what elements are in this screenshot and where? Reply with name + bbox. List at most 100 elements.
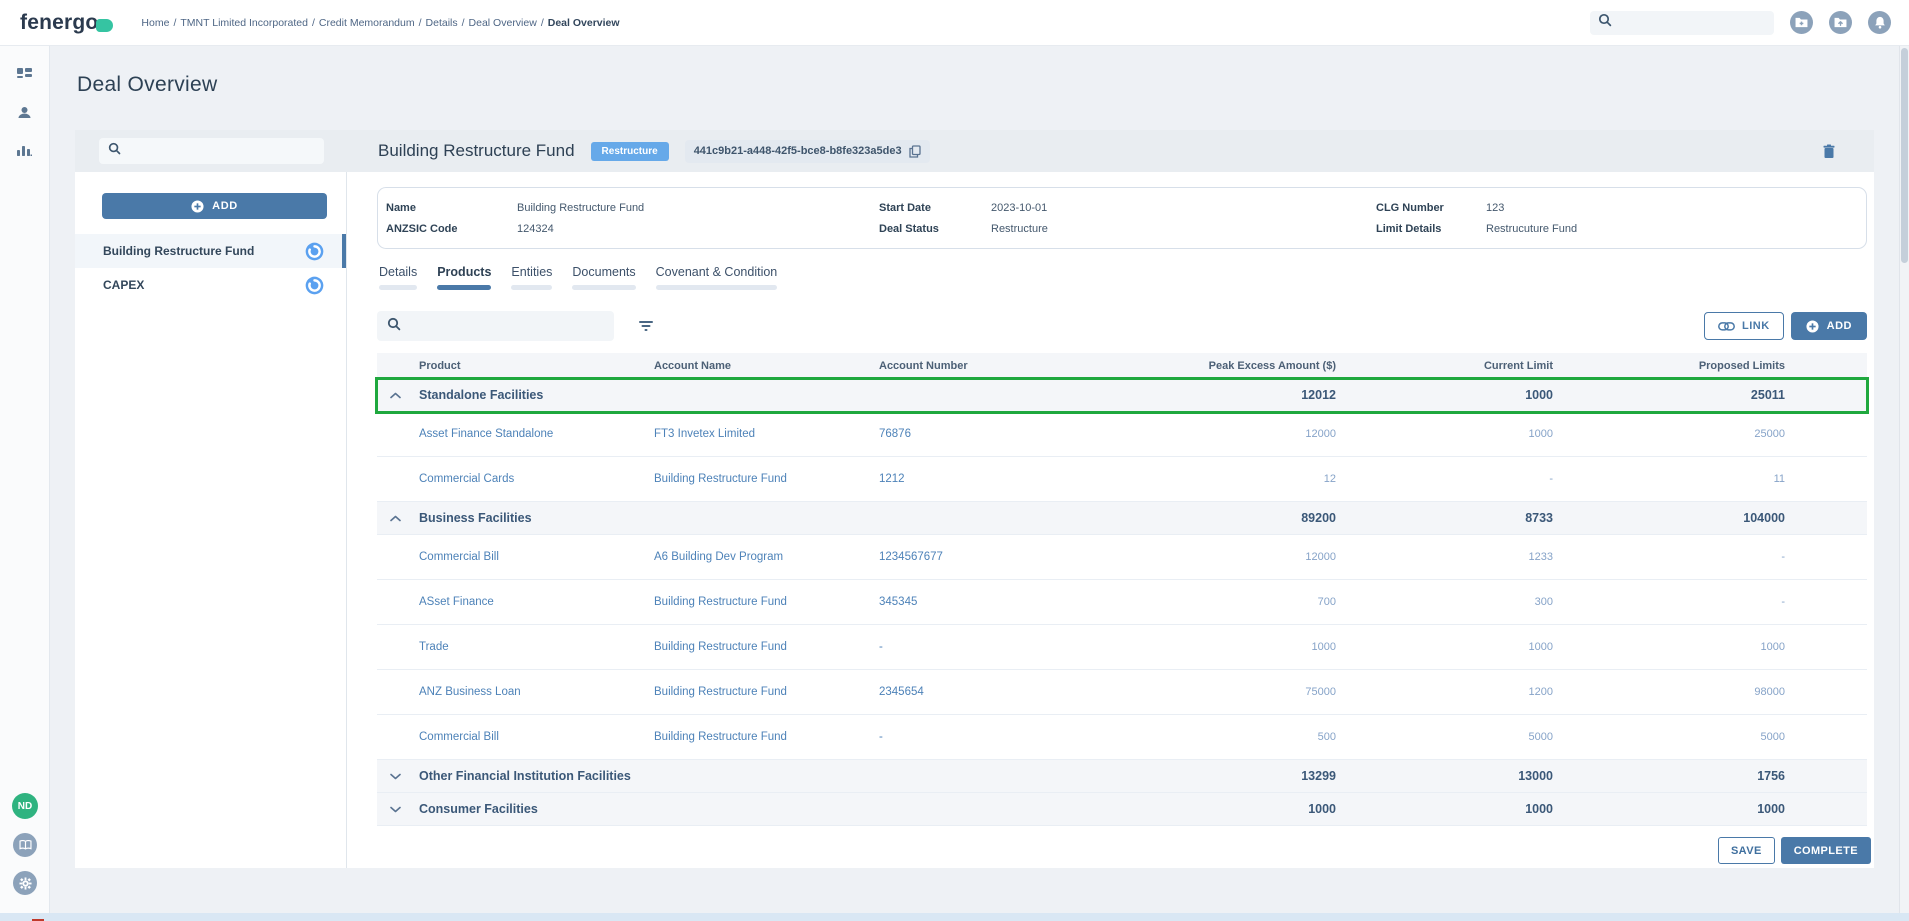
add-product-button[interactable]: ADD	[1791, 312, 1867, 340]
deal-list-search-input[interactable]	[128, 145, 315, 157]
upload-folder-button[interactable]	[1829, 11, 1852, 34]
cell-proposed-limits: -	[1553, 551, 1785, 563]
tab-documents[interactable]: Documents	[572, 265, 635, 290]
cell-product[interactable]: ANZ Business Loan	[419, 686, 654, 698]
cell-product[interactable]: Asset Finance Standalone	[419, 428, 654, 440]
products-search[interactable]	[377, 311, 614, 341]
tab-products[interactable]: Products	[437, 265, 491, 290]
breadcrumb-segment[interactable]: Home	[141, 17, 169, 29]
cell-product[interactable]: Commercial Cards	[419, 473, 654, 485]
create-folder-button[interactable]	[1790, 11, 1813, 34]
vertical-scrollbar[interactable]	[1899, 46, 1909, 913]
products-table: ProductAccount NameAccount NumberPeak Ex…	[377, 353, 1867, 826]
dashboard-icon[interactable]	[17, 68, 32, 82]
product-row[interactable]: Commercial CardsBuilding Restructure Fun…	[377, 457, 1867, 502]
product-row[interactable]: Commercial BillBuilding Restructure Fund…	[377, 715, 1867, 760]
deal-detail-field: CLG Number123	[1376, 201, 1866, 215]
tab-details[interactable]: Details	[379, 265, 417, 290]
fenergo-logo[interactable]: fenergo	[20, 11, 113, 35]
tab-entities[interactable]: Entities	[511, 265, 552, 290]
facility-group-row[interactable]: Other Financial Institution Facilities13…	[377, 760, 1867, 793]
tab-label: Covenant & Condition	[656, 265, 778, 279]
breadcrumb-segment[interactable]: TMNT Limited Incorporated	[180, 17, 308, 29]
tab-indicator	[437, 285, 491, 290]
cell-proposed-limits: -	[1553, 596, 1785, 608]
field-label: ANZSIC Code	[386, 222, 517, 236]
notifications-button[interactable]	[1868, 11, 1891, 34]
deal-detail-field: Start Date2023-10-01	[879, 201, 1368, 215]
main-content: Deal Overview Building Restructure Fund …	[50, 46, 1899, 913]
facility-group-row[interactable]: Consumer Facilities100010001000	[377, 793, 1867, 826]
column-header-product: Product	[419, 360, 654, 372]
cell-account-number: 1234567677	[879, 551, 1182, 563]
column-header-account-name: Account Name	[654, 360, 879, 372]
cell-product[interactable]: Trade	[419, 641, 654, 653]
collapse-chevron-icon[interactable]	[377, 515, 419, 522]
product-row[interactable]: ANZ Business LoanBuilding Restructure Fu…	[377, 670, 1867, 715]
cell-product[interactable]: ASset Finance	[419, 596, 654, 608]
deal-list-item-label: CAPEX	[103, 278, 144, 292]
cell-current-limit: 300	[1336, 596, 1553, 608]
column-header-proposed-limits: Proposed Limits	[1553, 360, 1785, 372]
complete-button[interactable]: COMPLETE	[1781, 837, 1871, 864]
cell-current-limit: -	[1336, 473, 1553, 485]
save-button[interactable]: SAVE	[1718, 837, 1775, 864]
product-row[interactable]: TradeBuilding Restructure Fund-100010001…	[377, 625, 1867, 670]
facility-group-row[interactable]: Standalone Facilities12012100025011	[377, 379, 1867, 412]
deal-summary-card: NameBuilding Restructure FundANZSIC Code…	[377, 187, 1867, 249]
breadcrumb-segment[interactable]: Details	[426, 17, 458, 29]
analytics-icon[interactable]	[17, 144, 32, 158]
global-search[interactable]	[1590, 11, 1774, 35]
cell-proposed-limits: 25011	[1553, 388, 1785, 402]
link-product-button[interactable]: LINK	[1704, 312, 1784, 340]
deal-status-badge: Restructure	[591, 142, 669, 161]
knowledge-base-button[interactable]	[13, 833, 37, 857]
add-deal-button[interactable]: ADD	[102, 193, 327, 219]
breadcrumb-segment[interactable]: Deal Overview	[469, 17, 537, 29]
settings-button[interactable]	[13, 871, 37, 895]
expand-chevron-icon[interactable]	[377, 773, 419, 780]
product-row[interactable]: ASset FinanceBuilding Restructure Fund34…	[377, 580, 1867, 625]
breadcrumb-separator: /	[173, 17, 176, 29]
global-search-input[interactable]	[1618, 17, 1766, 29]
expand-chevron-icon[interactable]	[377, 806, 419, 813]
filter-icon[interactable]	[634, 316, 658, 336]
cell-account-name: A6 Building Dev Program	[654, 551, 879, 563]
cell-product[interactable]: Commercial Bill	[419, 731, 654, 743]
tab-indicator	[656, 285, 778, 290]
tab-covenant-condition[interactable]: Covenant & Condition	[656, 265, 778, 290]
collapse-chevron-icon[interactable]	[377, 392, 419, 399]
cell-account-name: Building Restructure Fund	[654, 731, 879, 743]
product-row[interactable]: Commercial BillA6 Building Dev Program12…	[377, 535, 1867, 580]
copy-icon[interactable]	[909, 145, 921, 158]
breadcrumb-segment[interactable]: Credit Memorandum	[319, 17, 415, 29]
user-avatar[interactable]: ND	[12, 793, 38, 819]
facility-group-name: Standalone Facilities	[419, 388, 1182, 402]
delete-deal-button[interactable]	[1822, 144, 1836, 159]
cell-proposed-limits: 98000	[1553, 686, 1785, 698]
cell-peak-excess: 1000	[1182, 802, 1336, 816]
cell-current-limit: 13000	[1336, 769, 1553, 783]
deal-detail-panel: NameBuilding Restructure FundANZSIC Code…	[347, 172, 1874, 868]
contacts-icon[interactable]	[17, 106, 32, 120]
facility-group-row[interactable]: Business Facilities892008733104000	[377, 502, 1867, 535]
products-search-input[interactable]	[409, 320, 604, 332]
cell-peak-excess: 700	[1182, 596, 1336, 608]
cell-product[interactable]: Commercial Bill	[419, 551, 654, 563]
cell-current-limit: 1000	[1336, 388, 1553, 402]
deal-list-item[interactable]: Building Restructure Fund	[75, 234, 346, 268]
deal-list-panel: ADD Building Restructure Fund CAPEX	[75, 172, 347, 868]
cell-account-number: -	[879, 731, 1182, 743]
add-product-label: ADD	[1827, 320, 1852, 332]
deal-list-search[interactable]	[99, 138, 324, 164]
scrollbar-thumb[interactable]	[1901, 48, 1908, 263]
product-row[interactable]: Asset Finance StandaloneFT3 Invetex Limi…	[377, 412, 1867, 457]
add-deal-label: ADD	[212, 200, 238, 212]
deal-list-item-label: Building Restructure Fund	[103, 244, 254, 258]
tab-label: Entities	[511, 265, 552, 279]
deal-list-item[interactable]: CAPEX	[75, 268, 346, 302]
cell-account-number: 1212	[879, 473, 1182, 485]
cell-peak-excess: 75000	[1182, 686, 1336, 698]
breadcrumb-separator: /	[462, 17, 465, 29]
cell-peak-excess: 1000	[1182, 641, 1336, 653]
